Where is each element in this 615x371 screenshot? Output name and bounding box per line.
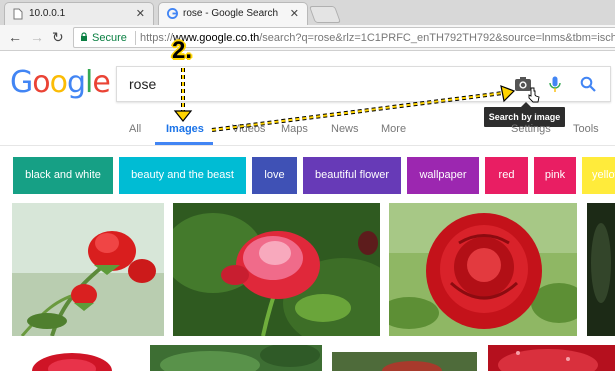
logo-letter: G — [10, 65, 33, 100]
rose-image-result[interactable] — [12, 345, 140, 371]
rose-garden-image — [332, 352, 477, 371]
tab-tools[interactable]: Tools — [573, 123, 599, 135]
reload-button[interactable]: ↻ — [52, 28, 64, 46]
address-bar[interactable]: Secure https://www.google.co.th/search?q… — [73, 27, 615, 48]
new-tab-button[interactable] — [308, 6, 342, 23]
tab-settings[interactable]: Settings — [511, 123, 551, 135]
secure-label: Secure — [92, 32, 127, 44]
lock-icon — [81, 32, 87, 41]
tab-all[interactable]: All — [129, 123, 141, 135]
back-button[interactable]: ← — [8, 28, 22, 46]
dark-rose-image — [587, 203, 615, 336]
search-input[interactable]: rose — [129, 76, 156, 92]
tab-videos[interactable]: Videos — [232, 123, 265, 135]
tab-title: 10.0.0.1 — [29, 8, 66, 19]
related-chip[interactable]: black and white — [13, 157, 113, 194]
tab-maps[interactable]: Maps — [281, 123, 308, 135]
related-chip[interactable]: red — [485, 157, 528, 194]
screenshot: 10.0.0.1 ✕ rose - Google Search ✕ ← → ↻ … — [0, 0, 615, 371]
mouse-pointer-icon — [528, 87, 540, 103]
search-icon[interactable] — [580, 76, 596, 92]
browser-toolbar: ← → ↻ Secure https://www.google.co.th/se… — [0, 25, 615, 51]
red-rose-closeup-image — [488, 345, 615, 371]
pink-red-rose-image — [173, 203, 380, 336]
red-rose-image — [12, 345, 140, 371]
logo-letter: o — [32, 65, 50, 100]
browser-tab-router[interactable]: 10.0.0.1 ✕ — [4, 2, 154, 25]
related-chip[interactable]: pink — [534, 157, 576, 194]
red-rose-image — [389, 203, 577, 336]
page-icon — [13, 8, 23, 20]
step-number-label: 2. — [172, 37, 193, 64]
rose-image-result[interactable] — [150, 345, 322, 371]
url-path: /search?q=rose&rlz=1C1PRFC_enTH792TH792&… — [259, 32, 615, 44]
logo-letter: o — [49, 65, 68, 100]
close-tab-icon[interactable]: ✕ — [290, 7, 299, 20]
rose-image-result[interactable] — [587, 203, 615, 336]
google-logo[interactable]: Google — [10, 65, 111, 100]
header-divider — [0, 145, 615, 146]
related-chip[interactable]: beautiful flower — [303, 157, 401, 194]
address-divider — [135, 31, 136, 45]
rose-image-result[interactable] — [173, 203, 380, 336]
search-type-tabs: All Images Videos Maps News More Setting… — [0, 118, 615, 148]
google-favicon-icon — [167, 8, 178, 19]
tab-images[interactable]: Images — [166, 123, 204, 135]
logo-letter: e — [92, 65, 110, 100]
url-scheme: https:// — [140, 32, 174, 44]
related-chip[interactable]: love — [252, 157, 297, 194]
search-box[interactable]: rose — [116, 66, 611, 103]
browser-tab-strip: 10.0.0.1 ✕ rose - Google Search ✕ — [0, 0, 615, 25]
tab-title: rose - Google Search — [183, 8, 279, 19]
browser-tab-rose[interactable]: rose - Google Search ✕ — [158, 2, 308, 25]
related-chip[interactable]: beauty and the beast — [119, 157, 246, 194]
rose-buds-image — [12, 203, 164, 336]
logo-letter: g — [66, 65, 86, 100]
related-chip[interactable]: wallpaper — [407, 157, 479, 194]
tab-news[interactable]: News — [331, 123, 359, 135]
green-leaves-image — [150, 345, 322, 371]
rose-image-result[interactable] — [389, 203, 577, 336]
url-text: https://www.google.co.th/search?q=rose&r… — [140, 32, 615, 44]
tab-more[interactable]: More — [381, 123, 406, 135]
rose-image-result[interactable] — [12, 203, 164, 336]
rose-image-result[interactable] — [488, 345, 615, 371]
rose-image-result[interactable] — [332, 352, 477, 371]
forward-button[interactable]: → — [30, 28, 44, 46]
related-chip[interactable]: yellow — [582, 157, 615, 194]
microphone-icon[interactable] — [549, 76, 561, 93]
close-tab-icon[interactable]: ✕ — [136, 7, 145, 20]
